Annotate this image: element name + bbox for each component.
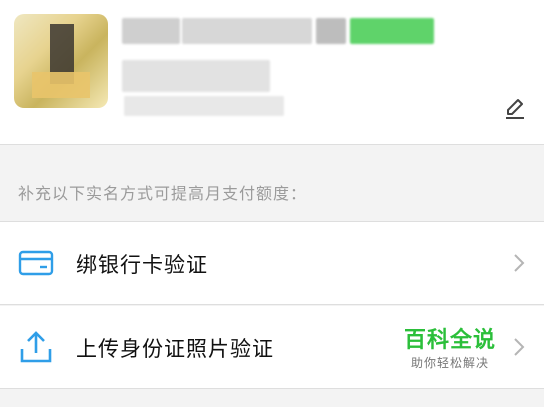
chevron-right-icon bbox=[514, 338, 525, 356]
row-label: 绑银行卡验证 bbox=[76, 253, 208, 277]
name-redacted bbox=[316, 18, 346, 44]
watermark: 百科全说 助你轻松解决 bbox=[398, 328, 502, 378]
bind-bank-card-row[interactable]: 绑银行卡验证 bbox=[0, 222, 544, 304]
verified-badge-redacted bbox=[350, 18, 434, 44]
chevron-right-icon bbox=[514, 254, 525, 272]
edit-icon[interactable] bbox=[500, 94, 528, 122]
profile-card bbox=[0, 0, 544, 144]
row-label: 上传身份证照片验证 bbox=[76, 337, 274, 361]
upload-icon bbox=[20, 331, 52, 363]
account-info-redacted bbox=[122, 60, 270, 92]
account-info-redacted bbox=[124, 96, 284, 116]
name-redacted bbox=[182, 18, 312, 44]
avatar[interactable] bbox=[14, 14, 108, 108]
name-redacted bbox=[122, 18, 180, 44]
bank-card-icon bbox=[18, 250, 54, 276]
divider bbox=[0, 388, 544, 389]
watermark-title: 百科全说 bbox=[403, 328, 496, 353]
divider bbox=[0, 144, 544, 145]
divider bbox=[0, 304, 544, 305]
watermark-subtitle: 助你轻松解决 bbox=[410, 356, 489, 370]
section-tip: 补充以下实名方式可提高月支付额度： bbox=[18, 184, 308, 203]
